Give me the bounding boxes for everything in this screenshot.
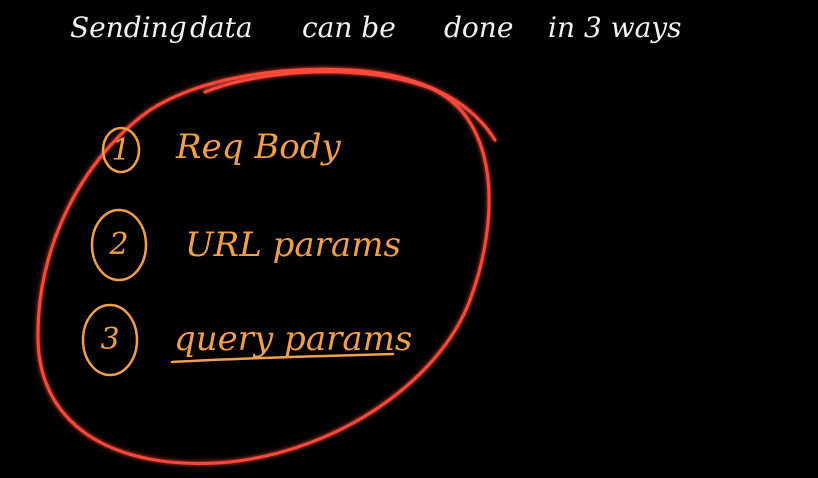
whiteboard-canvas: Sending data can be done in 3 ways 1 2 3…	[0, 0, 818, 478]
item-number-3: 3	[100, 322, 120, 357]
item-label-url-params: URL params	[185, 225, 401, 265]
item-number-1: 1	[111, 133, 131, 168]
item-label-req-body: Req Body	[176, 127, 341, 167]
item-label-query-params: query params	[174, 319, 413, 359]
item-number-2: 2	[109, 227, 129, 262]
